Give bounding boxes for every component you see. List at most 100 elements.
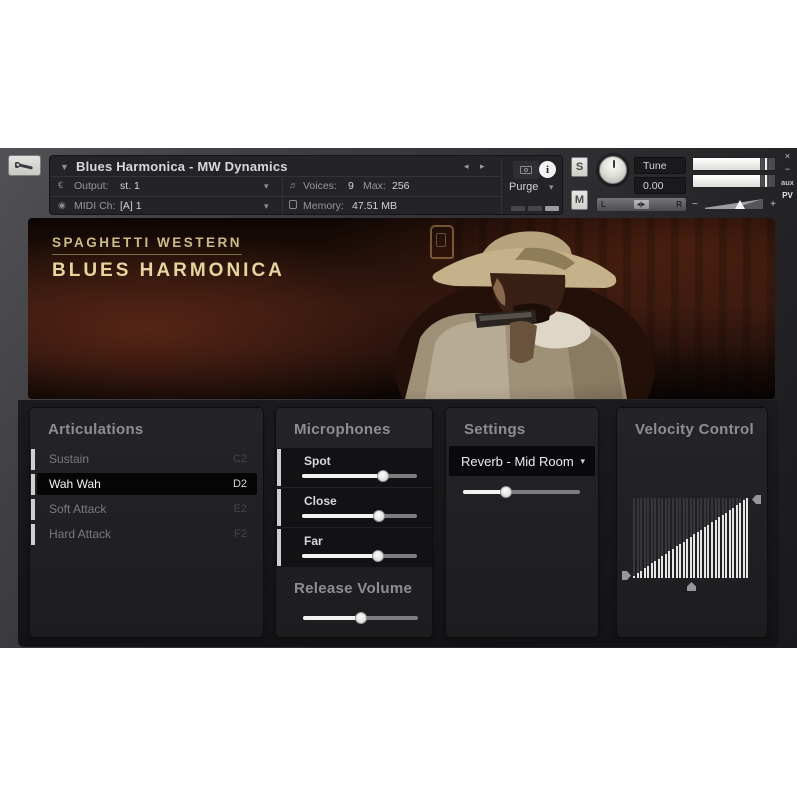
midi-channel-value[interactable]: [A] 1	[120, 200, 142, 212]
velocity-bar	[732, 508, 734, 578]
release-volume-slider[interactable]	[303, 611, 418, 624]
reverb-dropdown[interactable]: Reverb - Mid Room ▾	[449, 446, 595, 476]
tune-knob[interactable]	[599, 156, 627, 184]
mute-button[interactable]: M	[571, 190, 588, 210]
articulation-row-wah-wah[interactable]: Wah Wah D2	[30, 473, 263, 496]
purge-button[interactable]: Purge	[509, 181, 538, 193]
spot-mic-slider[interactable]	[302, 469, 417, 482]
performance-view-button[interactable]: PV	[778, 189, 797, 202]
lantern-icon	[430, 225, 454, 259]
volume-slider[interactable]: − +	[692, 198, 776, 211]
divider	[501, 158, 502, 214]
instrument-artwork: SPAGHETTI WESTERN BLUES HARMONICA	[28, 218, 775, 399]
prev-instrument-icon[interactable]: ◂	[464, 161, 469, 172]
max-voices-label: Max:	[363, 180, 386, 192]
max-voices-value: 256	[392, 180, 410, 192]
window-buttons: × − aux PV	[778, 150, 797, 202]
pan-left-label: L	[601, 200, 606, 209]
instrument-rack: ▼ Blues Harmonica - MW Dynamics ◂ ▸ € Ou…	[0, 148, 797, 648]
velocity-handle-right[interactable]	[752, 495, 761, 504]
tune-value-box[interactable]: 0.00	[634, 177, 686, 194]
velocity-bar	[637, 573, 639, 578]
velocity-bar	[697, 532, 699, 578]
articulation-label: Hard Attack	[49, 527, 112, 541]
voices-label: Voices:	[303, 180, 337, 192]
instrument-menu-caret-icon[interactable]: ▼	[60, 162, 69, 172]
camera-icon	[520, 166, 532, 174]
purge-caret-icon[interactable]: ▾	[549, 182, 554, 193]
velocity-bar	[661, 556, 663, 578]
slider-knob[interactable]	[500, 486, 513, 498]
knob-pointer	[613, 160, 615, 168]
microphones-title: Microphones	[294, 421, 391, 438]
keyswitch-indicator-bar	[31, 474, 35, 495]
artwork-titles: SPAGHETTI WESTERN BLUES HARMONICA	[52, 234, 285, 282]
velocity-bar	[633, 576, 635, 578]
edit-instrument-button[interactable]	[8, 155, 41, 176]
settings-panel: Settings Reverb - Mid Room ▾	[446, 408, 598, 637]
mic-label: Close	[304, 494, 337, 508]
info-button[interactable]: i	[539, 161, 556, 178]
divider	[282, 178, 283, 214]
pan-center-marker[interactable]: ◂|▸	[633, 200, 649, 209]
slider-knob[interactable]	[371, 550, 384, 562]
title-row: ▼ Blues Harmonica - MW Dynamics ◂ ▸	[50, 156, 562, 176]
kontakt-window: ▼ Blues Harmonica - MW Dynamics ◂ ▸ € Ou…	[0, 0, 797, 797]
articulation-label: Sustain	[49, 452, 90, 466]
far-mic-slider[interactable]	[302, 549, 417, 562]
output-row: € Output: st. 1 ▾ ♬ Voices: 9 Max: 256 P…	[50, 176, 562, 196]
pan-right-label: R	[676, 200, 682, 209]
velocity-handle-bottom[interactable]	[687, 582, 696, 591]
slider-knob[interactable]	[373, 510, 386, 522]
output-label: Output:	[74, 180, 109, 192]
velocity-bar	[665, 554, 667, 578]
snapshot-camera-button[interactable]	[513, 161, 539, 179]
velocity-control-title: Velocity Control	[635, 421, 754, 438]
velocity-bar	[668, 551, 670, 578]
minimize-button[interactable]: −	[778, 163, 797, 176]
slider-knob[interactable]	[376, 470, 389, 482]
close-mic-slider[interactable]	[302, 509, 417, 522]
midi-dropdown-caret-icon[interactable]: ▾	[264, 201, 269, 212]
reverb-amount-slider[interactable]	[463, 485, 580, 498]
output-dropdown-caret-icon[interactable]: ▾	[264, 181, 269, 192]
solo-button[interactable]: S	[571, 157, 588, 177]
midi-row: ◉ MIDI Ch: [A] 1 ▾ Memory: 47.51 MB	[50, 196, 562, 216]
volume-minus-label: −	[692, 199, 698, 210]
velocity-bar	[711, 522, 713, 578]
tune-value: 0.00	[643, 179, 664, 192]
velocity-bar	[686, 539, 688, 578]
articulation-row-hard-attack[interactable]: Hard Attack F2	[30, 523, 263, 546]
output-value[interactable]: st. 1	[120, 180, 140, 192]
velocity-bar	[690, 537, 692, 578]
velocity-handle-left[interactable]	[622, 571, 631, 580]
volume-wedge[interactable]	[705, 199, 763, 210]
reverb-dropdown-value: Reverb - Mid Room	[461, 453, 574, 469]
velocity-bar	[739, 503, 741, 578]
velocity-control-panel: Velocity Control	[617, 408, 767, 637]
velocity-bar	[729, 510, 731, 578]
next-instrument-icon[interactable]: ▸	[480, 161, 485, 172]
slider-knob[interactable]	[354, 612, 367, 624]
velocity-bar	[715, 520, 717, 578]
velocity-grid-line	[644, 498, 646, 578]
pan-slider[interactable]: L ◂|▸ R	[597, 198, 686, 211]
velocity-bar	[683, 542, 685, 578]
instrument-title[interactable]: Blues Harmonica - MW Dynamics	[76, 159, 288, 174]
microphones-panel: Microphones Spot Close Far Release Volume	[276, 408, 432, 637]
velocity-bar	[676, 546, 678, 578]
info-icon: i	[545, 163, 550, 176]
voices-value: 9	[348, 180, 354, 192]
aux-button[interactable]: aux	[778, 176, 797, 189]
velocity-bar	[700, 530, 702, 578]
articulation-keyswitch: E2	[233, 503, 247, 515]
articulations-title: Articulations	[48, 421, 144, 438]
articulation-row-soft-attack[interactable]: Soft Attack E2	[30, 498, 263, 521]
close-button[interactable]: ×	[778, 150, 797, 163]
articulation-row-sustain[interactable]: Sustain C2	[30, 448, 263, 471]
voices-icon: ♬	[289, 180, 298, 190]
velocity-bar	[679, 544, 681, 578]
velocity-curve-graph[interactable]	[622, 495, 761, 591]
purge-led	[545, 206, 559, 211]
settings-title: Settings	[464, 421, 526, 438]
